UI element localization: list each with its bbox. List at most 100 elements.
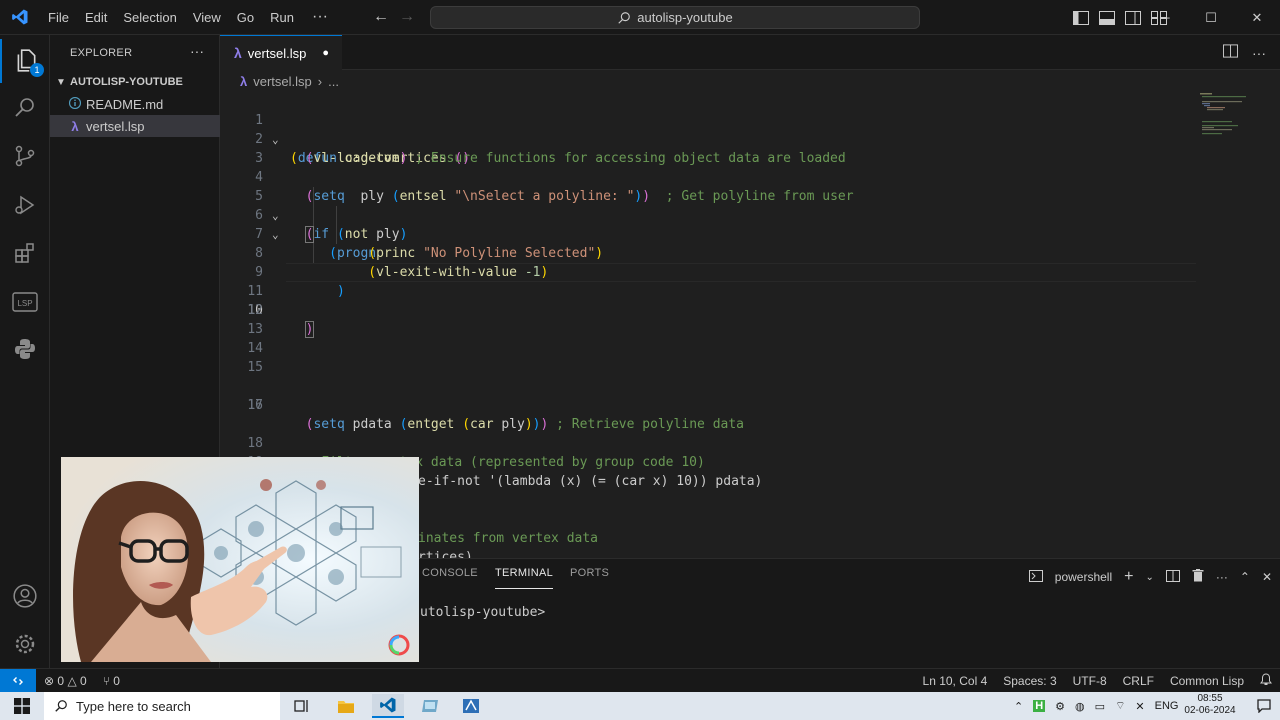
menu-view[interactable]: View — [185, 0, 229, 35]
chevron-up-icon[interactable]: ⌃ — [1240, 570, 1250, 584]
notifications-bell-icon[interactable] — [1252, 673, 1280, 689]
tray-wifi-icon[interactable]: ⌔ — [1115, 699, 1125, 713]
explorer-badge: 1 — [30, 63, 44, 77]
maximize-icon[interactable]: ☐ — [1188, 0, 1234, 35]
taskbar-search[interactable]: Type here to search — [44, 692, 280, 720]
lsp-icon[interactable]: LSP — [0, 280, 50, 324]
tray-battery-icon[interactable]: ▭ — [1095, 700, 1105, 713]
tab-ports[interactable]: PORTS — [570, 567, 609, 589]
presenter-illustration — [61, 457, 419, 662]
autocad-icon[interactable] — [455, 694, 487, 718]
file-explorer-icon[interactable] — [330, 694, 362, 718]
code-line: 17 — [220, 396, 1280, 415]
cursor-position[interactable]: Ln 10, Col 4 — [915, 674, 996, 688]
notification-center-icon[interactable] — [1248, 694, 1280, 718]
code-line: 4 (setq ply (entsel "\nSelect a polyline… — [220, 149, 1280, 204]
code-line: 3 — [220, 130, 1280, 166]
forward-arrow-icon[interactable]: → — [394, 8, 420, 26]
lambda-icon: λ — [240, 73, 248, 89]
language-mode[interactable]: Common Lisp — [1162, 674, 1252, 688]
windows-taskbar: Type here to search ⌃ H ⚙ ◍ ▭ ⌔ ✕ ENG 08… — [0, 692, 1280, 720]
tab-vertsel[interactable]: λ vertsel.lsp ● — [220, 35, 342, 70]
explorer-more-button[interactable]: ··· — [190, 43, 204, 59]
tray-chevron-up-icon[interactable]: ⌃ — [1014, 700, 1023, 713]
menu-run[interactable]: Run — [262, 0, 302, 35]
close-icon[interactable]: ✕ — [1234, 0, 1280, 35]
breadcrumb-more[interactable]: ... — [328, 74, 339, 89]
code-line: 19 ⌄ (setq vertices — [220, 434, 1280, 508]
minimize-icon[interactable]: ─ — [1142, 0, 1188, 35]
tab-terminal[interactable]: TERMINAL — [495, 567, 554, 589]
account-icon[interactable] — [0, 574, 50, 618]
svg-text:LSP: LSP — [17, 299, 32, 308]
code-line: 15 — [220, 358, 1280, 377]
new-terminal-icon[interactable]: + — [1124, 568, 1133, 586]
file-readme[interactable]: README.md — [50, 93, 220, 115]
python-icon[interactable] — [0, 327, 50, 371]
vscode-logo-icon — [0, 0, 40, 35]
lambda-icon: λ — [71, 118, 79, 134]
task-view-icon[interactable] — [286, 694, 318, 718]
workspace-folder[interactable]: ▼ AUTOLISP-YOUTUBE — [50, 71, 220, 93]
back-arrow-icon[interactable]: ← — [368, 8, 394, 26]
chevron-down-icon[interactable]: ⌄ — [1145, 572, 1153, 583]
split-editor-icon[interactable] — [1223, 44, 1238, 61]
terminal-prompt[interactable]: utolisp-youtube> — [420, 605, 545, 620]
current-line-highlight — [286, 263, 1196, 282]
file-vertsel[interactable]: λ vertsel.lsp — [50, 115, 220, 137]
tray-language[interactable]: ENG — [1155, 700, 1179, 712]
code-line: 14 — [220, 339, 1280, 358]
extensions-icon[interactable] — [0, 231, 50, 275]
eol-status[interactable]: CRLF — [1115, 674, 1162, 688]
taskbar-clock[interactable]: 08:55 02-06-2024 — [1184, 693, 1236, 717]
trash-icon[interactable] — [1192, 569, 1204, 585]
warning-count: 0 — [80, 673, 87, 688]
indentation-status[interactable]: Spaces: 3 — [995, 674, 1064, 688]
code-line: 11 — [220, 282, 1280, 301]
breadcrumb-file[interactable]: vertsel.lsp — [253, 74, 312, 89]
clock-time: 08:55 — [1197, 693, 1223, 704]
editor-more-icon[interactable]: ··· — [1252, 45, 1266, 61]
command-center-search[interactable]: autolisp-youtube — [430, 6, 920, 29]
ports-status[interactable]: ⑂ 0 — [95, 674, 128, 688]
terminal-profile-icon[interactable] — [1028, 569, 1043, 585]
chevron-right-icon: › — [317, 73, 323, 89]
app-icon[interactable] — [414, 694, 446, 718]
problems-status[interactable]: ⊗ 0 △ 0 — [36, 674, 95, 688]
toggle-panel-icon[interactable] — [1094, 0, 1120, 35]
tray-app-icon[interactable]: H — [1033, 700, 1046, 712]
menu-go[interactable]: Go — [229, 0, 262, 35]
tray-volume-icon[interactable]: ✕ — [1135, 700, 1144, 713]
vscode-taskbar-icon[interactable] — [372, 694, 404, 718]
windows-start-icon[interactable] — [6, 694, 38, 718]
editor-tab-bar: λ vertsel.lsp ● ··· — [220, 35, 1280, 70]
panel-more-icon[interactable]: ··· — [1216, 570, 1228, 584]
tray-app-icon[interactable]: ⚙ — [1055, 700, 1065, 713]
menu-edit[interactable]: Edit — [77, 0, 115, 35]
split-terminal-icon[interactable] — [1165, 569, 1180, 585]
source-control-icon[interactable] — [0, 134, 50, 178]
close-panel-icon[interactable]: ✕ — [1262, 570, 1272, 584]
tray-network-icon[interactable]: ◍ — [1075, 700, 1085, 713]
code-line: 6 ⌄ (progn — [220, 187, 1280, 261]
tab-console[interactable]: CONSOLE — [422, 567, 478, 589]
remote-indicator-icon[interactable] — [0, 668, 36, 693]
code-line: 9 ) — [220, 244, 1280, 299]
line-number: 11 — [247, 284, 263, 299]
explorer-title: EXPLORER — [70, 47, 133, 59]
run-debug-icon[interactable] — [0, 183, 50, 227]
encoding-status[interactable]: UTF-8 — [1065, 674, 1115, 688]
code-line: 7 (princ "No Polyline Selected") — [220, 206, 1280, 261]
explorer-icon[interactable]: 1 — [0, 39, 50, 83]
menu-more-button[interactable]: ··· — [302, 8, 338, 26]
menu-selection[interactable]: Selection — [115, 0, 184, 35]
search-icon[interactable] — [0, 85, 50, 129]
settings-gear-icon[interactable] — [0, 622, 50, 666]
terminal-shell-name[interactable]: powershell — [1055, 570, 1112, 584]
unsaved-dot-icon[interactable]: ● — [322, 47, 329, 59]
info-icon — [66, 96, 84, 112]
toggle-primary-sidebar-icon[interactable] — [1068, 0, 1094, 35]
minimap[interactable] — [1198, 92, 1258, 152]
menu-file[interactable]: File — [40, 0, 77, 35]
line-number: 13 — [247, 322, 263, 337]
